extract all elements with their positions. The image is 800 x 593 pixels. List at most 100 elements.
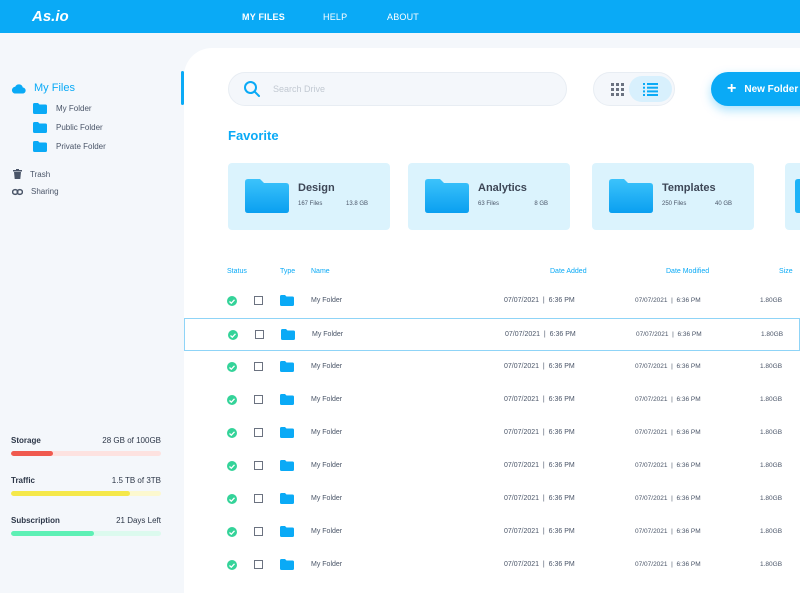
stat-label: Subscription <box>11 516 60 525</box>
sidebar-item-private-folder[interactable]: Private Folder <box>33 141 106 152</box>
subscription-stat: Subscription 21 Days Left <box>11 516 161 536</box>
column-header-date-modified[interactable]: Date Modified <box>666 268 709 275</box>
table-row[interactable]: My Folder 07/07/2021 | 6:36 PM 07/07/2021 … <box>184 450 800 483</box>
favorite-card-partial[interactable] <box>785 163 800 230</box>
table-row[interactable]: My Folder 07/07/2021 | 6:36 PM 07/07/2021 … <box>184 318 800 351</box>
search-input[interactable] <box>273 84 533 94</box>
sidebar-item-my-files[interactable]: My Files <box>11 82 75 94</box>
sidebar-item-label: My Files <box>34 82 75 94</box>
folder-icon <box>280 427 294 438</box>
cloud-icon <box>11 83 26 94</box>
status-ok-icon <box>227 296 237 306</box>
row-date-modified: 07/07/2021 | 6:36 PM <box>635 462 701 469</box>
folder-icon <box>280 295 294 306</box>
folder-icon <box>280 493 294 504</box>
row-date-added: 07/07/2021 | 6:36 PM <box>504 396 575 403</box>
folder-icon <box>280 460 294 471</box>
sidebar-item-sharing[interactable]: Sharing <box>12 187 59 196</box>
sidebar-item-label: Sharing <box>31 187 59 196</box>
progress-fill <box>11 531 94 536</box>
sidebar-item-trash[interactable]: Trash <box>13 169 50 179</box>
row-date-modified: 07/07/2021 | 6:36 PM <box>636 331 702 338</box>
column-header-size[interactable]: Size <box>779 268 793 275</box>
subscription-progress <box>11 531 161 536</box>
app-logo[interactable]: As.io <box>32 8 69 25</box>
new-folder-button[interactable]: + New Folder <box>711 72 800 106</box>
nav-my-files[interactable]: MY FILES <box>242 12 285 22</box>
column-header-date-added[interactable]: Date Added <box>550 268 587 275</box>
check-icon <box>229 529 235 535</box>
sidebar-item-public-folder[interactable]: Public Folder <box>33 122 103 133</box>
row-size: 1.80GB <box>761 331 784 338</box>
favorite-card-files: 167 Files <box>298 201 323 207</box>
stat-value: 21 Days Left <box>116 516 161 525</box>
folder-icon <box>33 103 47 114</box>
row-name: My Folder <box>311 561 343 568</box>
row-name: My Folder <box>312 331 344 338</box>
table-row[interactable]: My Folder 07/07/2021 | 6:36 PM 07/07/2021 … <box>184 285 800 318</box>
favorite-card-name: Analytics <box>478 182 527 194</box>
row-date-modified: 07/07/2021 | 6:36 PM <box>635 297 701 304</box>
column-header-type[interactable]: Type <box>280 268 295 275</box>
stat-label: Traffic <box>11 476 36 485</box>
favorite-card-templates[interactable]: Templates 250 Files 40 GB <box>592 163 754 230</box>
check-icon <box>230 332 236 338</box>
row-date-added: 07/07/2021 | 6:36 PM <box>505 331 576 338</box>
table-row[interactable]: My Folder 07/07/2021 | 6:36 PM 07/07/2021 … <box>184 549 800 582</box>
nav-about[interactable]: ABOUT <box>387 12 419 22</box>
folder-icon <box>425 179 469 213</box>
favorite-title: Favorite <box>228 128 279 143</box>
favorite-card-design[interactable]: Design 167 Files 13.8 GB <box>228 163 390 230</box>
row-checkbox[interactable] <box>254 527 263 536</box>
row-size: 1.80GB <box>760 297 783 304</box>
folder-icon <box>33 122 47 133</box>
row-name: My Folder <box>311 528 343 535</box>
row-name: My Folder <box>311 297 343 304</box>
row-checkbox[interactable] <box>254 560 263 569</box>
row-date-added: 07/07/2021 | 6:36 PM <box>504 561 575 568</box>
row-checkbox[interactable] <box>255 330 264 339</box>
folder-icon <box>609 179 653 213</box>
column-header-status[interactable]: Status <box>227 268 247 275</box>
table-row[interactable]: My Folder 07/07/2021 | 6:36 PM 07/07/2021 … <box>184 483 800 516</box>
folder-icon <box>280 559 294 570</box>
folder-icon <box>795 179 800 213</box>
check-icon <box>229 397 235 403</box>
search-bar[interactable] <box>228 72 567 106</box>
status-ok-icon <box>227 362 237 372</box>
row-checkbox[interactable] <box>254 494 263 503</box>
column-header-name[interactable]: Name <box>311 268 330 275</box>
grid-icon <box>611 82 624 96</box>
table-row[interactable]: My Folder 07/07/2021 | 6:36 PM 07/07/2021 … <box>184 516 800 549</box>
sidebar: My Files My Folder Public Folder Private… <box>0 33 184 593</box>
row-checkbox[interactable] <box>254 461 263 470</box>
favorite-card-size: 8 GB <box>534 201 548 207</box>
favorite-card-analytics[interactable]: Analytics 63 Files 8 GB <box>408 163 570 230</box>
favorite-card-size: 40 GB <box>714 201 732 207</box>
sidebar-item-my-folder[interactable]: My Folder <box>33 103 92 114</box>
row-size: 1.80GB <box>760 363 783 370</box>
row-checkbox[interactable] <box>254 362 263 371</box>
table-row[interactable]: My Folder 07/07/2021 | 6:36 PM 07/07/2021 … <box>184 417 800 450</box>
table-row[interactable]: My Folder 07/07/2021 | 6:36 PM 07/07/2021 … <box>184 384 800 417</box>
check-icon <box>229 562 235 568</box>
row-date-modified: 07/07/2021 | 6:36 PM <box>635 495 701 502</box>
table-row[interactable]: My Folder 07/07/2021 | 6:36 PM 07/07/2021 … <box>184 351 800 384</box>
list-view-button[interactable] <box>629 76 672 102</box>
storage-progress <box>11 451 161 456</box>
row-checkbox[interactable] <box>254 296 263 305</box>
row-checkbox[interactable] <box>254 395 263 404</box>
stat-value: 1.5 TB of 3TB <box>111 476 161 485</box>
row-date-added: 07/07/2021 | 6:36 PM <box>504 429 575 436</box>
check-icon <box>229 298 235 304</box>
nav-help[interactable]: HELP <box>323 12 347 22</box>
row-size: 1.80GB <box>760 396 783 403</box>
favorite-card-name: Templates <box>662 182 716 194</box>
sidebar-item-label: Trash <box>30 169 51 179</box>
link-icon <box>12 188 23 195</box>
row-date-added: 07/07/2021 | 6:36 PM <box>504 363 575 370</box>
favorite-card-files: 63 Files <box>478 201 500 207</box>
row-checkbox[interactable] <box>254 428 263 437</box>
sidebar-item-label: Public Folder <box>56 123 103 132</box>
storage-stat: Storage 28 GB of 100GB <box>11 436 161 456</box>
